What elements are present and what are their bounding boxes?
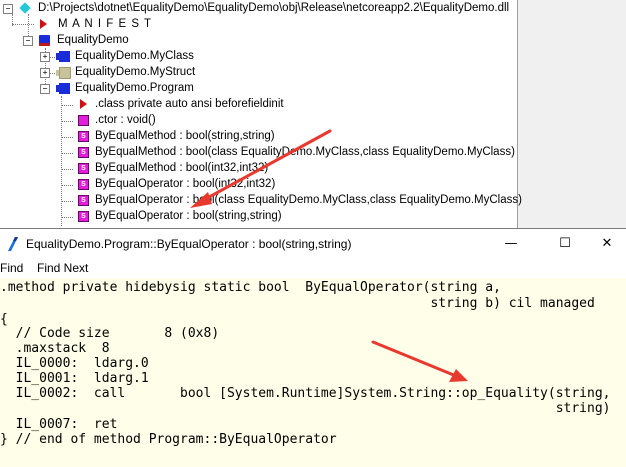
member-label: ByEqualOperator : bool(string,string)	[95, 210, 282, 222]
ildasm-tree-window: − D:\Projects\dotnet\EqualityDemo\Equali…	[0, 0, 626, 232]
static-method-icon: S	[78, 131, 89, 142]
static-method-icon: S	[78, 211, 89, 222]
code-line: .method private hidebysig static bool By…	[0, 280, 501, 295]
collapse-icon[interactable]: −	[40, 84, 50, 94]
tree-item-member[interactable]: .ctor : void()	[0, 112, 500, 128]
maximize-button[interactable]: ☐	[542, 229, 588, 258]
member-label: ByEqualOperator : bool(int32,int32)	[95, 178, 276, 190]
assembly-icon	[19, 2, 31, 14]
tree-item-member[interactable]: S ByEqualMethod : bool(int32,int32)	[0, 160, 500, 176]
tree-item-member[interactable]: S ByEqualOperator : bool(string,string)	[0, 208, 500, 224]
class-label: EqualityDemo.MyClass	[75, 50, 194, 62]
namespace-label: EqualityDemo	[57, 34, 129, 46]
collapse-icon[interactable]: −	[23, 36, 33, 46]
tree-item-class[interactable]: + EqualityDemo.MyClass	[0, 48, 250, 64]
code-line: IL_0000: ldarg.0	[0, 356, 149, 371]
code-line: IL_0002: call bool [System.Runtime]Syste…	[0, 386, 611, 401]
class-label: EqualityDemo.Program	[75, 82, 194, 94]
tree-root[interactable]: − D:\Projects\dotnet\EqualityDemo\Equali…	[0, 0, 510, 16]
expand-icon[interactable]: +	[40, 52, 50, 62]
tree-item-member[interactable]: S ByEqualOperator : bool(class EqualityD…	[0, 192, 522, 208]
tree-item-member[interactable]: S ByEqualMethod : bool(class EqualityDem…	[0, 144, 515, 160]
class-icon	[56, 51, 70, 62]
ildasm-app-icon	[8, 237, 18, 251]
tree-item-member[interactable]: S ByEqualOperator : bool(int32,int32)	[0, 176, 500, 192]
manifest-label: M A N I F E S T	[58, 18, 153, 30]
member-label: ByEqualMethod : bool(class EqualityDemo.…	[95, 146, 515, 158]
title-bar[interactable]: EqualityDemo.Program::ByEqualOperator : …	[0, 229, 626, 258]
menu-find-next[interactable]: Find Next	[37, 261, 88, 275]
static-method-icon: S	[78, 179, 89, 190]
struct-icon	[56, 67, 71, 79]
menu-bar: Find Find Next	[0, 258, 626, 278]
manifest-icon	[40, 19, 47, 29]
tree-item-member[interactable]: S ByEqualMethod : bool(string,string)	[0, 128, 500, 144]
namespace-icon	[39, 35, 50, 46]
code-line: IL_0001: ldarg.1	[0, 371, 149, 386]
window-title: EqualityDemo.Program::ByEqualOperator : …	[26, 237, 352, 251]
code-line: IL_0007: ret	[0, 417, 118, 432]
code-line: } // end of method Program::ByEqualOpera…	[0, 432, 337, 447]
class-info-icon	[80, 99, 87, 109]
code-line: string)	[0, 401, 611, 416]
class-label: EqualityDemo.MyStruct	[75, 66, 196, 78]
tree-item-member[interactable]: .class private auto ansi beforefieldinit	[0, 96, 500, 112]
close-button[interactable]: ✕	[588, 229, 626, 258]
static-method-icon: S	[78, 147, 89, 158]
member-label: .ctor : void()	[95, 114, 156, 126]
method-icon	[78, 115, 89, 126]
disassembly-window: EqualityDemo.Program::ByEqualOperator : …	[0, 228, 626, 467]
code-line: .maxstack 8	[0, 341, 110, 356]
member-label: ByEqualOperator : bool(class EqualityDem…	[95, 194, 522, 206]
expand-icon[interactable]: +	[40, 68, 50, 78]
tree-root-label: D:\Projects\dotnet\EqualityDemo\Equality…	[38, 2, 510, 14]
class-icon	[56, 83, 70, 94]
tree-side-panel	[518, 0, 626, 232]
menu-find[interactable]: Find	[0, 261, 23, 275]
il-code-view[interactable]: .method private hidebysig static bool By…	[0, 278, 626, 467]
tree-item-class[interactable]: + EqualityDemo.MyStruct	[0, 64, 250, 80]
code-line: {	[0, 312, 8, 327]
tree-item-namespace[interactable]: − EqualityDemo	[0, 32, 200, 48]
collapse-icon[interactable]: −	[3, 4, 13, 14]
member-label: ByEqualMethod : bool(string,string)	[95, 130, 275, 142]
static-method-icon: S	[78, 195, 89, 206]
minimize-button[interactable]: —	[488, 229, 534, 258]
code-line: string b) cil managed	[0, 296, 595, 311]
member-label: .class private auto ansi beforefieldinit	[95, 98, 284, 110]
member-label: ByEqualMethod : bool(int32,int32)	[95, 162, 269, 174]
tree-item-manifest[interactable]: M A N I F E S T	[0, 16, 200, 32]
code-line: // Code size 8 (0x8)	[0, 326, 220, 341]
tree-item-class[interactable]: − EqualityDemo.Program	[0, 80, 250, 96]
static-method-icon: S	[78, 163, 89, 174]
